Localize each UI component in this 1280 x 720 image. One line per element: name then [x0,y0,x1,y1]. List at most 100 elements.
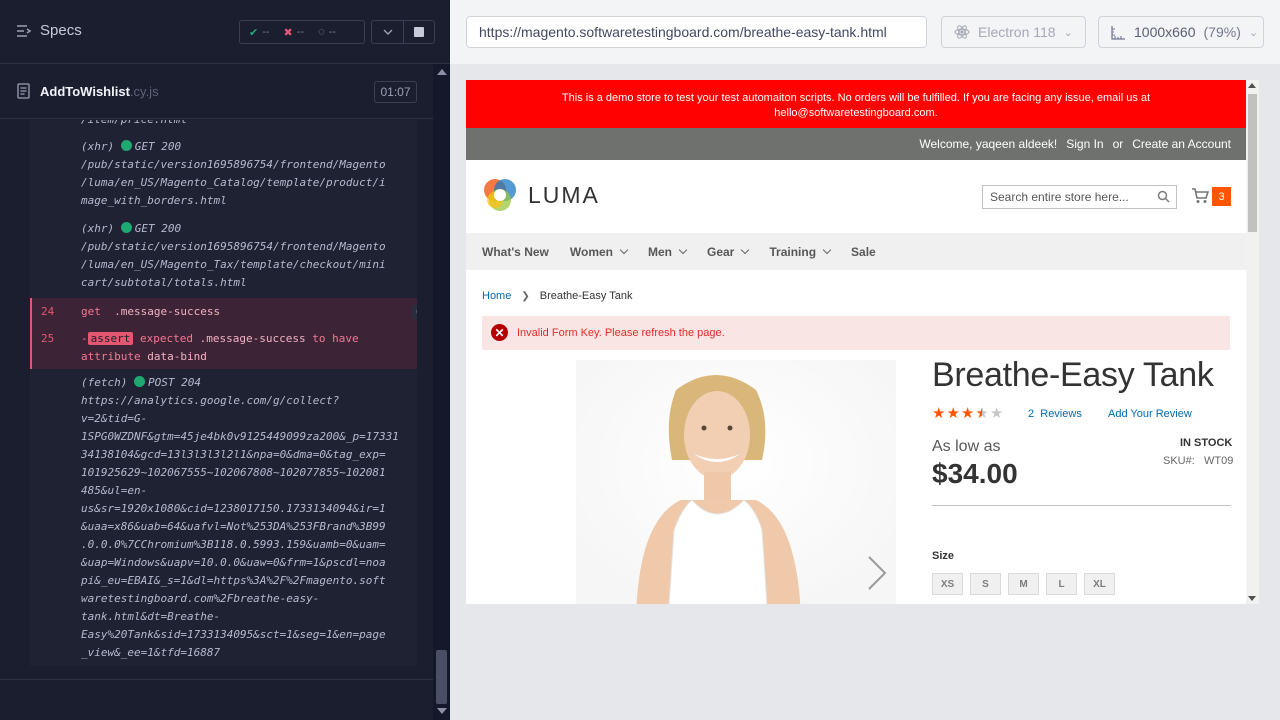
log-truncated-line: /item/price.html [81,120,416,129]
size-option-l[interactable]: L [1046,573,1077,595]
cart-count-badge[interactable]: 3 [1212,187,1231,206]
cmd-url-line: cart/subtotal/totals.html [81,276,247,289]
nav-item-sale[interactable]: Sale [851,245,876,259]
scroll-down-arrow-icon[interactable] [1248,596,1256,601]
url-bar[interactable]: https://magento.softwaretestingboard.com… [466,16,927,48]
cmd-url-line: Easy%20Tank&sid=1733134095&sct=1&seg=1&e… [81,628,386,641]
cmd-url-line: &uaa=x86&uab=64&uafvl=Not%253DA%253FBran… [81,520,386,533]
cmd-name: get [81,305,101,318]
chevron-down-icon [383,29,392,35]
aut-scrollbar[interactable] [1246,80,1259,604]
chevron-down-icon [741,245,750,254]
app-under-test-frame: This is a demo store to test your test a… [466,80,1246,604]
cmd-arg: .message-success [114,305,221,318]
scroll-up-arrow-icon[interactable] [1248,83,1256,88]
cmd-url-line: 485&ul=en- [81,484,148,497]
cmd-status: GET 200 [134,140,182,153]
status-dot-icon [133,376,145,387]
product-image[interactable] [576,360,896,604]
nav-label: Training [769,244,817,259]
assert-badge: assert [87,332,134,345]
nav-item-women[interactable]: Women [570,245,629,259]
log-command-assert-failed[interactable]: 25 - assert expected .message-success to … [30,326,417,369]
spec-file-row[interactable]: AddToWishlist.cy.js 01:07 [0,75,433,119]
nav-item-gear[interactable]: Gear [707,245,750,259]
browser-selector[interactable]: Electron 118 ⌄ [941,16,1086,48]
scrollbar-thumb[interactable] [436,650,447,704]
nav-label: Sale [851,244,876,259]
chevron-down-icon [678,245,688,254]
scroll-down-arrow-icon[interactable] [437,708,447,714]
x-icon: ✖ [283,26,293,39]
size-option-s[interactable]: S [970,573,1001,595]
star-icon: ★ [932,405,946,422]
stop-button[interactable] [403,20,435,44]
cmd-type: (fetch) [81,376,128,389]
test-stats: ✔ -- ✖ -- ◌ -- [239,20,365,44]
viewport-selector[interactable]: 1000x660 (79%) ⌄ [1098,16,1264,48]
cmd-url-line: tank.html&dt=Breathe- [81,610,221,623]
cmd-url-line: v=2&tid=G- [81,412,148,425]
sku-value: WT09 [1203,455,1234,467]
search-input[interactable]: Search entire store here... [982,185,1177,209]
assert-selector: .message-success [199,332,306,345]
size-option-m[interactable]: M [1008,573,1039,595]
sign-in-link[interactable]: Sign In [1066,137,1103,151]
rating-stars: ★ ★ ★ ★ ★ [932,406,1003,421]
spec-duration: 01:07 [374,81,417,103]
store-logo[interactable]: LUMA [482,177,600,213]
scroll-up-arrow-icon[interactable] [437,69,447,75]
divider [932,505,1231,506]
aut-scrollbar-thumb[interactable] [1248,94,1257,232]
cmd-url-line: 1SPG0WZDNF&gtm=45je4bk0v9125449099za200&… [81,430,399,443]
command-log: /item/price.html (xhr) GET 200 /pub/stat… [30,120,417,666]
zoom-level: (79%) [1203,24,1241,40]
welcome-message: Welcome, yaqeen aldeek! [919,137,1058,151]
error-text: Invalid Form Key. Please refresh the pag… [517,327,725,339]
aut-header: https://magento.softwaretestingboard.com… [450,0,1280,64]
banner-text-line-1: This is a demo store to test your test a… [561,92,1151,104]
cmd-url-line: mage_with_borders.html [81,194,227,207]
command-log-scrollbar[interactable] [433,64,450,720]
chevron-right-icon: ❯ [521,290,530,302]
specs-label: Specs [40,22,82,39]
size-option-xs[interactable]: XS [932,573,963,595]
failed-count: -- [296,26,305,38]
assert-line-1: - assert expected .message-success to hav… [81,332,359,345]
nav-item-men[interactable]: Men [648,245,688,259]
document-icon [17,83,30,99]
check-icon: ✔ [249,26,259,39]
logo-text: LUMA [528,181,600,208]
search-icon[interactable] [1157,190,1170,203]
expand-toggle-button[interactable] [371,20,403,44]
cmd-url-line: /pub/static/version1695896754/frontend/M… [81,240,386,253]
assert-attribute: data-bind [147,350,207,363]
store-top-bar: Welcome, yaqeen aldeek! Sign In or Creat… [466,128,1246,160]
gallery-next-arrow-icon[interactable] [866,555,888,591]
reviews-link[interactable]: 2 Reviews [1028,408,1082,420]
add-review-link[interactable]: Add Your Review [1108,408,1192,420]
log-command-get-failed[interactable]: 24 get .message-success 0 [30,298,417,326]
breadcrumb-home-link[interactable]: Home [482,290,511,302]
breadcrumb: Home ❯ Breathe-Easy Tank [482,290,632,302]
assert-text: attribute [81,350,141,363]
or-text: or [1112,137,1124,151]
cmd-status: GET 200 [134,222,182,235]
passed-stat: ✔ -- [249,26,270,39]
nav-item-training[interactable]: Training [769,244,832,259]
cart-icon[interactable] [1191,187,1209,204]
cmd-status: POST 204 [147,376,201,389]
specs-toggle-button[interactable]: Specs [16,22,82,39]
chevron-down-icon: ⌄ [1248,26,1259,39]
create-account-link[interactable]: Create an Account [1132,137,1231,151]
failed-stat: ✖ -- [284,26,305,39]
cmd-url-line: _view&_ee=1&tfd=16887 [81,646,221,659]
banner-text-line-2: hello@softwaretestingboard.com. [774,107,938,119]
error-x-icon: ✕ [491,324,508,341]
cmd-header: (fetch) POST 204 [81,374,416,392]
pending-stat: ◌ -- [318,26,336,38]
product-price: $34.00 [932,458,1018,489]
size-option-xl[interactable]: XL [1084,573,1115,595]
nav-item-whats-new[interactable]: What's New [482,245,549,259]
size-label: Size [932,550,955,562]
